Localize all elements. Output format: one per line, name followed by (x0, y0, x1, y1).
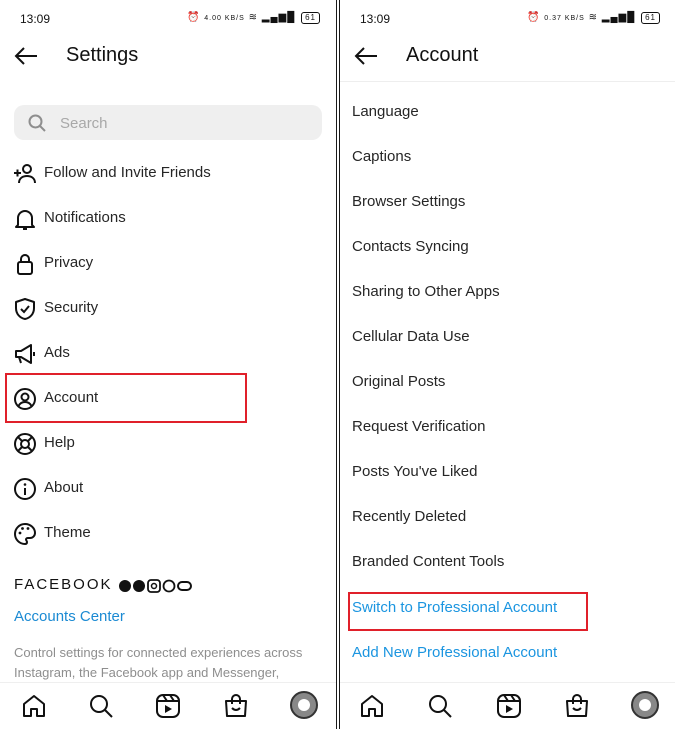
lifebuoy-icon (14, 433, 36, 455)
menu-item-sharing-other-apps[interactable]: Sharing to Other Apps (352, 283, 500, 309)
signal-icon: ▂▄▆█ (601, 12, 636, 23)
menu-item-request-verification[interactable]: Request Verification (352, 418, 485, 444)
menu-item-security[interactable]: Security (0, 286, 336, 331)
status-time: 13:09 (20, 12, 51, 26)
signal-icon: ▂▄▆█ (261, 12, 296, 23)
info-icon (14, 478, 36, 500)
menu-item-label: Follow and Invite Friends (44, 164, 211, 181)
menu-item-posts-liked[interactable]: Posts You've Liked (352, 463, 477, 489)
home-icon[interactable] (358, 692, 386, 720)
menu-item-label: Ads (44, 344, 70, 361)
menu-item-about[interactable]: About (0, 466, 336, 511)
menu-item-label: Theme (44, 524, 91, 541)
bottom-nav (0, 682, 336, 729)
menu-item-follow-invite[interactable]: Follow and Invite Friends (0, 151, 336, 196)
profile-avatar[interactable] (631, 691, 659, 719)
menu-item-label: Privacy (44, 254, 94, 271)
lock-icon (17, 254, 33, 275)
whatsapp-icon (162, 579, 176, 593)
messenger-icon (133, 580, 145, 592)
menu-item-branded-content-tools[interactable]: Branded Content Tools (352, 553, 504, 579)
facebook-section-label: FACEBOOK (14, 576, 113, 593)
menu-item-label: About (44, 479, 84, 496)
facebook-apps-icons (119, 579, 192, 593)
back-arrow-icon[interactable] (353, 44, 379, 68)
bottom-nav (340, 682, 675, 729)
menu-item-help[interactable]: Help (0, 421, 336, 466)
menu-item-notifications[interactable]: Notifications (0, 196, 336, 241)
menu-item-theme[interactable]: Theme (0, 511, 336, 556)
switch-professional-highlight-box (348, 592, 588, 631)
palette-icon (14, 522, 37, 546)
instagram-icon (147, 579, 161, 593)
menu-item-ads[interactable]: Ads (0, 331, 336, 376)
menu-item-contacts-syncing[interactable]: Contacts Syncing (352, 238, 469, 264)
status-time: 13:09 (360, 12, 391, 26)
account-header: Account (340, 34, 675, 82)
network-speed: 4.00 KB/S (204, 15, 245, 22)
shop-icon[interactable] (563, 692, 591, 720)
portal-icon (177, 581, 192, 591)
shop-icon[interactable] (222, 692, 250, 720)
shield-icon (15, 298, 35, 320)
menu-item-captions[interactable]: Captions (352, 148, 411, 174)
search-icon[interactable] (87, 692, 115, 720)
settings-header: Settings (0, 34, 336, 80)
search-icon[interactable] (426, 692, 454, 720)
reels-icon[interactable] (154, 692, 182, 720)
menu-item-recently-deleted[interactable]: Recently Deleted (352, 508, 466, 534)
facebook-icon (119, 580, 131, 592)
menu-item-language[interactable]: Language (352, 103, 419, 129)
page-title: Settings (66, 44, 139, 66)
alarm-icon: ⏰ (527, 12, 541, 23)
page-title: Account (406, 44, 479, 66)
account-highlight-box (5, 373, 247, 423)
accounts-center-description: Control settings for connected experienc… (14, 645, 303, 680)
battery-icon: 61 (301, 12, 320, 24)
search-icon (28, 114, 46, 132)
status-bar: 13:09 ⏰ 0.37 KB/S ≋ ▂▄▆█ 61 (340, 0, 675, 34)
add-person-icon (14, 164, 36, 184)
menu-item-label: Notifications (44, 209, 126, 226)
add-professional-account-link[interactable]: Add New Professional Account (352, 644, 557, 670)
profile-avatar[interactable] (290, 691, 318, 719)
reels-icon[interactable] (495, 692, 523, 720)
wifi-icon: ≋ (588, 12, 598, 23)
accounts-center-link[interactable]: Accounts Center (14, 608, 125, 625)
search-bar[interactable] (14, 105, 322, 140)
menu-item-privacy[interactable]: Privacy (0, 241, 336, 286)
wifi-icon: ≋ (248, 12, 258, 23)
menu-item-label: Help (44, 434, 75, 451)
bell-icon (15, 210, 35, 230)
account-screen: 13:09 ⏰ 0.37 KB/S ≋ ▂▄▆█ 61 Account Lang… (339, 0, 675, 729)
network-speed: 0.37 KB/S (544, 15, 585, 22)
menu-item-original-posts[interactable]: Original Posts (352, 373, 445, 399)
status-bar: 13:09 ⏰ 4.00 KB/S ≋ ▂▄▆█ 61 (0, 0, 336, 34)
search-input[interactable] (58, 112, 302, 134)
status-icons: ⏰ 0.37 KB/S ≋ ▂▄▆█ 61 (527, 12, 660, 24)
status-icons: ⏰ 4.00 KB/S ≋ ▂▄▆█ 61 (187, 12, 320, 24)
battery-icon: 61 (641, 12, 660, 24)
megaphone-icon (15, 344, 35, 364)
menu-item-cellular-data-use[interactable]: Cellular Data Use (352, 328, 470, 354)
back-arrow-icon[interactable] (13, 44, 39, 68)
home-icon[interactable] (20, 692, 48, 720)
menu-item-browser-settings[interactable]: Browser Settings (352, 193, 465, 219)
settings-screen: 13:09 ⏰ 4.00 KB/S ≋ ▂▄▆█ 61 Settings Fol… (0, 0, 337, 729)
alarm-icon: ⏰ (187, 12, 201, 23)
menu-item-label: Security (44, 299, 99, 316)
